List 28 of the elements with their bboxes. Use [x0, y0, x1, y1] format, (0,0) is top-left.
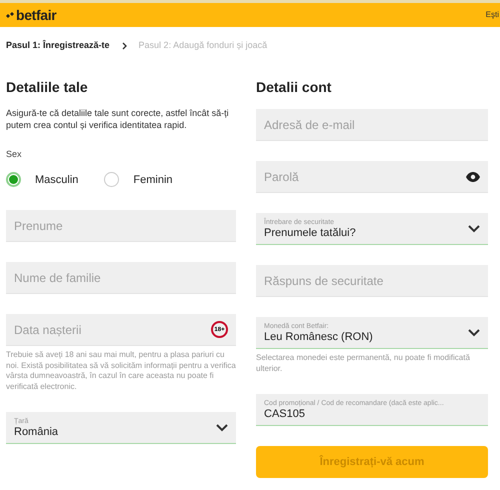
- field-value: Leu Românesc (RON): [264, 332, 374, 342]
- section-title: Detalii cont: [256, 78, 332, 97]
- input-field[interactable]: Parolă: [256, 161, 488, 193]
- sex-label: Sex: [6, 148, 23, 161]
- help-text: Selectarea monedei este permanentă, nu poate fi modificată ulterior.: [256, 353, 471, 374]
- input-field[interactable]: Răspuns de securitate: [256, 265, 488, 297]
- radio-icon[interactable]: [104, 172, 120, 188]
- radio-option[interactable]: Feminin: [104, 172, 173, 188]
- section-title: Detaliile tale: [6, 78, 89, 97]
- chevron-down-icon: [216, 424, 228, 432]
- input-field[interactable]: Prenume: [6, 210, 236, 242]
- field-value: CAS105: [264, 408, 306, 420]
- input-field[interactable]: Nume de familie: [6, 262, 236, 294]
- field-value: Prenumele tatălui?: [264, 228, 357, 238]
- chevron-right-icon: [122, 42, 127, 50]
- chevron-down-icon: [468, 328, 480, 336]
- step-tab[interactable]: Pasul 1: Înregistrează-te: [6, 39, 110, 53]
- radio-option[interactable]: Masculin: [6, 172, 78, 188]
- intro-text: Asigură-te că detaliile tale sunt corecte, astfel încât să-ți putem crea contul și verifica identitatea rapid.: [6, 107, 230, 131]
- logo[interactable]: betfair: [16, 4, 56, 26]
- eye-icon[interactable]: [466, 172, 480, 182]
- logo-icon: [6, 12, 15, 18]
- chevron-down-icon: [468, 224, 480, 232]
- field-value: România: [14, 426, 60, 438]
- input-field[interactable]: Adresă de e-mail: [256, 109, 488, 141]
- help-text: Trebuie să aveți 18 ani sau mai mult, pentru a plasa pariuri cu noi. Există posibilitatea să vă solicităm informații pentru a verifica vârsta dumneavoastră, în cazul în care aceasta nu poate fi verificată electronic.: [6, 350, 236, 392]
- user-text[interactable]: Eşti: [486, 9, 500, 21]
- radio-icon[interactable]: [6, 172, 21, 188]
